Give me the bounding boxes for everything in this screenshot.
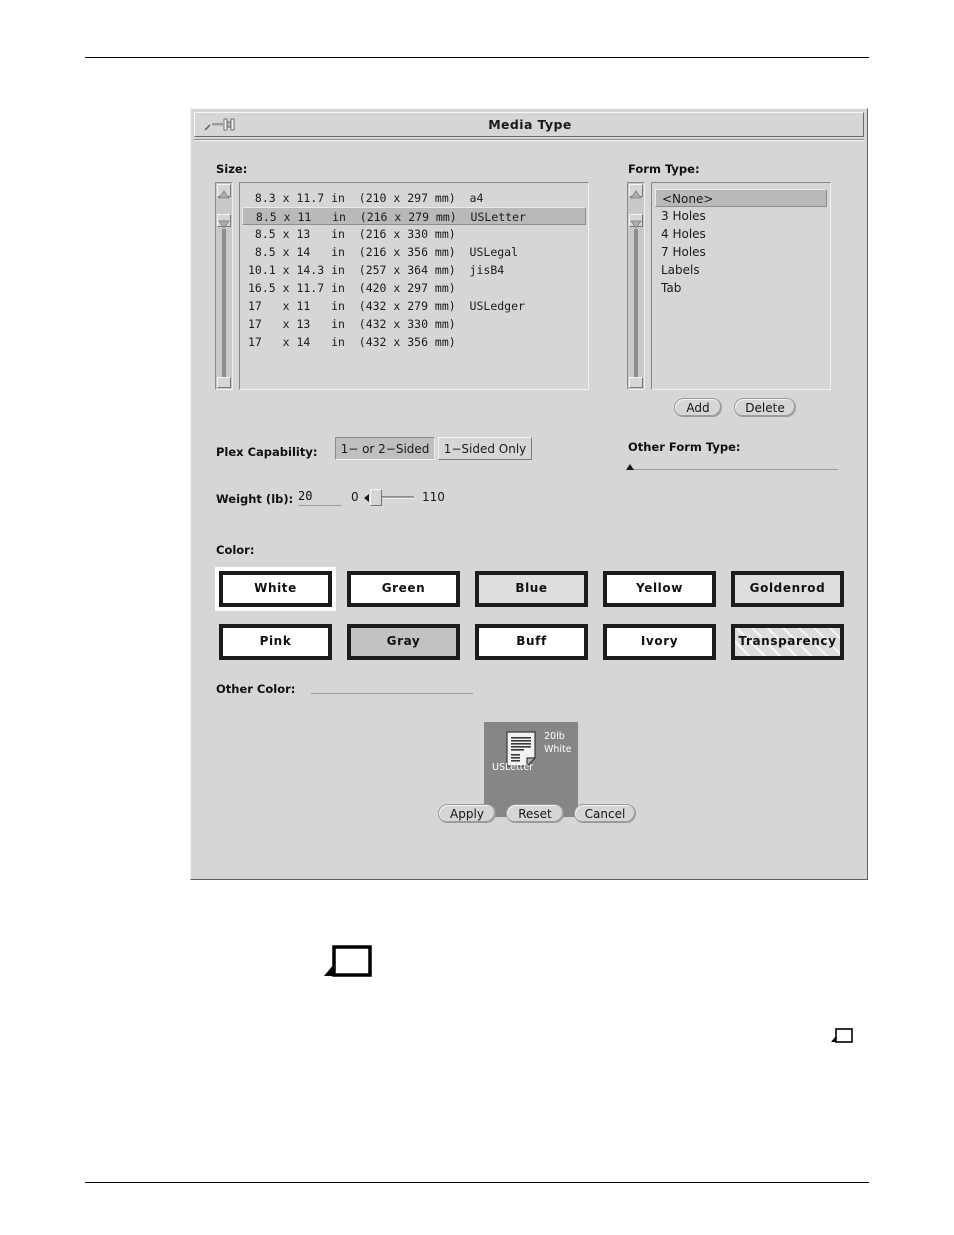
size-list-item[interactable]: 8.5 x 13 in (216 x 330 mm) [242,225,586,243]
size-list-item-selected[interactable]: 8.5 x 11 in (216 x 279 mm) USLetter [242,207,586,225]
size-scroll-bottom-block[interactable] [217,377,231,388]
form-type-scroll-bottom-block[interactable] [629,377,643,388]
other-form-type-caret-icon [626,464,634,470]
color-swatch-white[interactable]: White [219,571,332,607]
color-swatch-goldenrod[interactable]: Goldenrod [731,571,844,607]
color-swatch-buff[interactable]: Buff [475,624,588,660]
plex-capability-label: Plex Capability: [216,445,318,459]
form-type-list-item[interactable]: 7 Holes [655,243,827,261]
size-list[interactable]: 8.3 x 11.7 in (210 x 297 mm) a4 8.5 x 11… [239,182,589,390]
page-corner-icon-small [830,1027,854,1049]
add-form-type-button[interactable]: Add [674,398,722,417]
color-swatch-blue[interactable]: Blue [475,571,588,607]
size-scroll-down-button[interactable] [217,214,231,229]
color-swatch-pink-wrap[interactable]: Pink [215,620,336,664]
page-header-rule [85,57,869,58]
weight-slider-min-label: 0 [351,490,359,504]
form-type-list-item-selected[interactable]: <None> [655,189,827,207]
weight-slider-thumb[interactable] [370,489,382,506]
form-type-scroll-up-button[interactable] [629,184,643,199]
window-title: Media Type [488,117,572,132]
size-list-item[interactable]: 16.5 x 11.7 in (420 x 297 mm) [242,279,586,297]
color-swatch-blue-wrap[interactable]: Blue [471,567,592,611]
color-swatch-ivory-wrap[interactable]: Ivory [599,620,720,664]
other-form-type-input[interactable] [628,452,838,470]
color-swatch-transparency-wrap[interactable]: Transparency [727,620,848,664]
other-color-label: Other Color: [216,682,296,696]
weight-slider-max-label: 110 [422,490,445,504]
weight-label: Weight (lb): [216,492,294,506]
size-scroll-track[interactable] [222,229,226,385]
other-color-input[interactable] [311,676,473,694]
titlebar-separator [194,139,864,141]
plex-option-1-or-2-sided[interactable]: 1− or 2−Sided [335,437,435,460]
color-swatch-gray[interactable]: Gray [347,624,460,660]
window-titlebar: Media Type [194,112,864,137]
form-type-list[interactable]: <None> 3 Holes 4 Holes 7 Holes Labels Ta… [651,182,831,390]
apply-button[interactable]: Apply [438,804,496,823]
media-preview: 20lb White USLetter [484,722,578,817]
color-swatch-gray-wrap[interactable]: Gray [343,620,464,664]
color-swatch-green-wrap[interactable]: Green [343,567,464,611]
form-type-scrollbar[interactable] [627,182,645,390]
size-list-item[interactable]: 17 x 14 in (432 x 356 mm) [242,333,586,351]
form-type-list-item[interactable]: Tab [655,279,827,297]
preview-color-text: White [544,744,572,755]
media-type-dialog: Media Type Size: 8.3 x 11.7 in (210 x 29… [190,108,868,880]
color-swatch-green[interactable]: Green [347,571,460,607]
form-type-label: Form Type: [628,162,700,176]
color-swatch-yellow-wrap[interactable]: Yellow [599,567,720,611]
size-list-item[interactable]: 17 x 13 in (432 x 330 mm) [242,315,586,333]
color-swatch-transparency[interactable]: Transparency [731,624,844,660]
size-list-item[interactable]: 8.5 x 14 in (216 x 356 mm) USLegal [242,243,586,261]
color-swatch-goldenrod-wrap[interactable]: Goldenrod [727,567,848,611]
delete-form-type-button[interactable]: Delete [734,398,796,417]
size-list-item[interactable]: 10.1 x 14.3 in (257 x 364 mm) jisB4 [242,261,586,279]
color-swatch-yellow[interactable]: Yellow [603,571,716,607]
page-corner-icon-large [322,943,376,985]
weight-slider-decrement-icon[interactable] [364,494,369,502]
dialog-client-area: Size: 8.3 x 11.7 in (210 x 297 mm) a4 8.… [194,142,864,877]
size-label: Size: [216,162,248,176]
size-scroll-up-button[interactable] [217,184,231,199]
form-type-scroll-down-button[interactable] [629,214,643,229]
color-swatch-ivory[interactable]: Ivory [603,624,716,660]
plex-option-1-sided-only[interactable]: 1−Sided Only [438,437,532,460]
preview-weight-text: 20lb [544,731,565,742]
size-scrollbar[interactable] [215,182,233,390]
weight-input[interactable]: 20 [298,488,342,506]
form-type-list-item[interactable]: 3 Holes [655,207,827,225]
page-footer-rule [85,1182,869,1183]
color-label: Color: [216,543,255,557]
size-list-item[interactable]: 17 x 11 in (432 x 279 mm) USLedger [242,297,586,315]
form-type-scroll-track[interactable] [634,229,638,385]
size-list-item[interactable]: 8.3 x 11.7 in (210 x 297 mm) a4 [242,189,586,207]
color-swatch-pink[interactable]: Pink [219,624,332,660]
form-type-list-item[interactable]: 4 Holes [655,225,827,243]
color-swatch-white-wrap[interactable]: White [215,567,336,611]
preview-size-text: USLetter [492,762,534,773]
cancel-button[interactable]: Cancel [574,804,636,823]
form-type-list-item[interactable]: Labels [655,261,827,279]
color-swatch-buff-wrap[interactable]: Buff [471,620,592,664]
reset-button[interactable]: Reset [506,804,564,823]
